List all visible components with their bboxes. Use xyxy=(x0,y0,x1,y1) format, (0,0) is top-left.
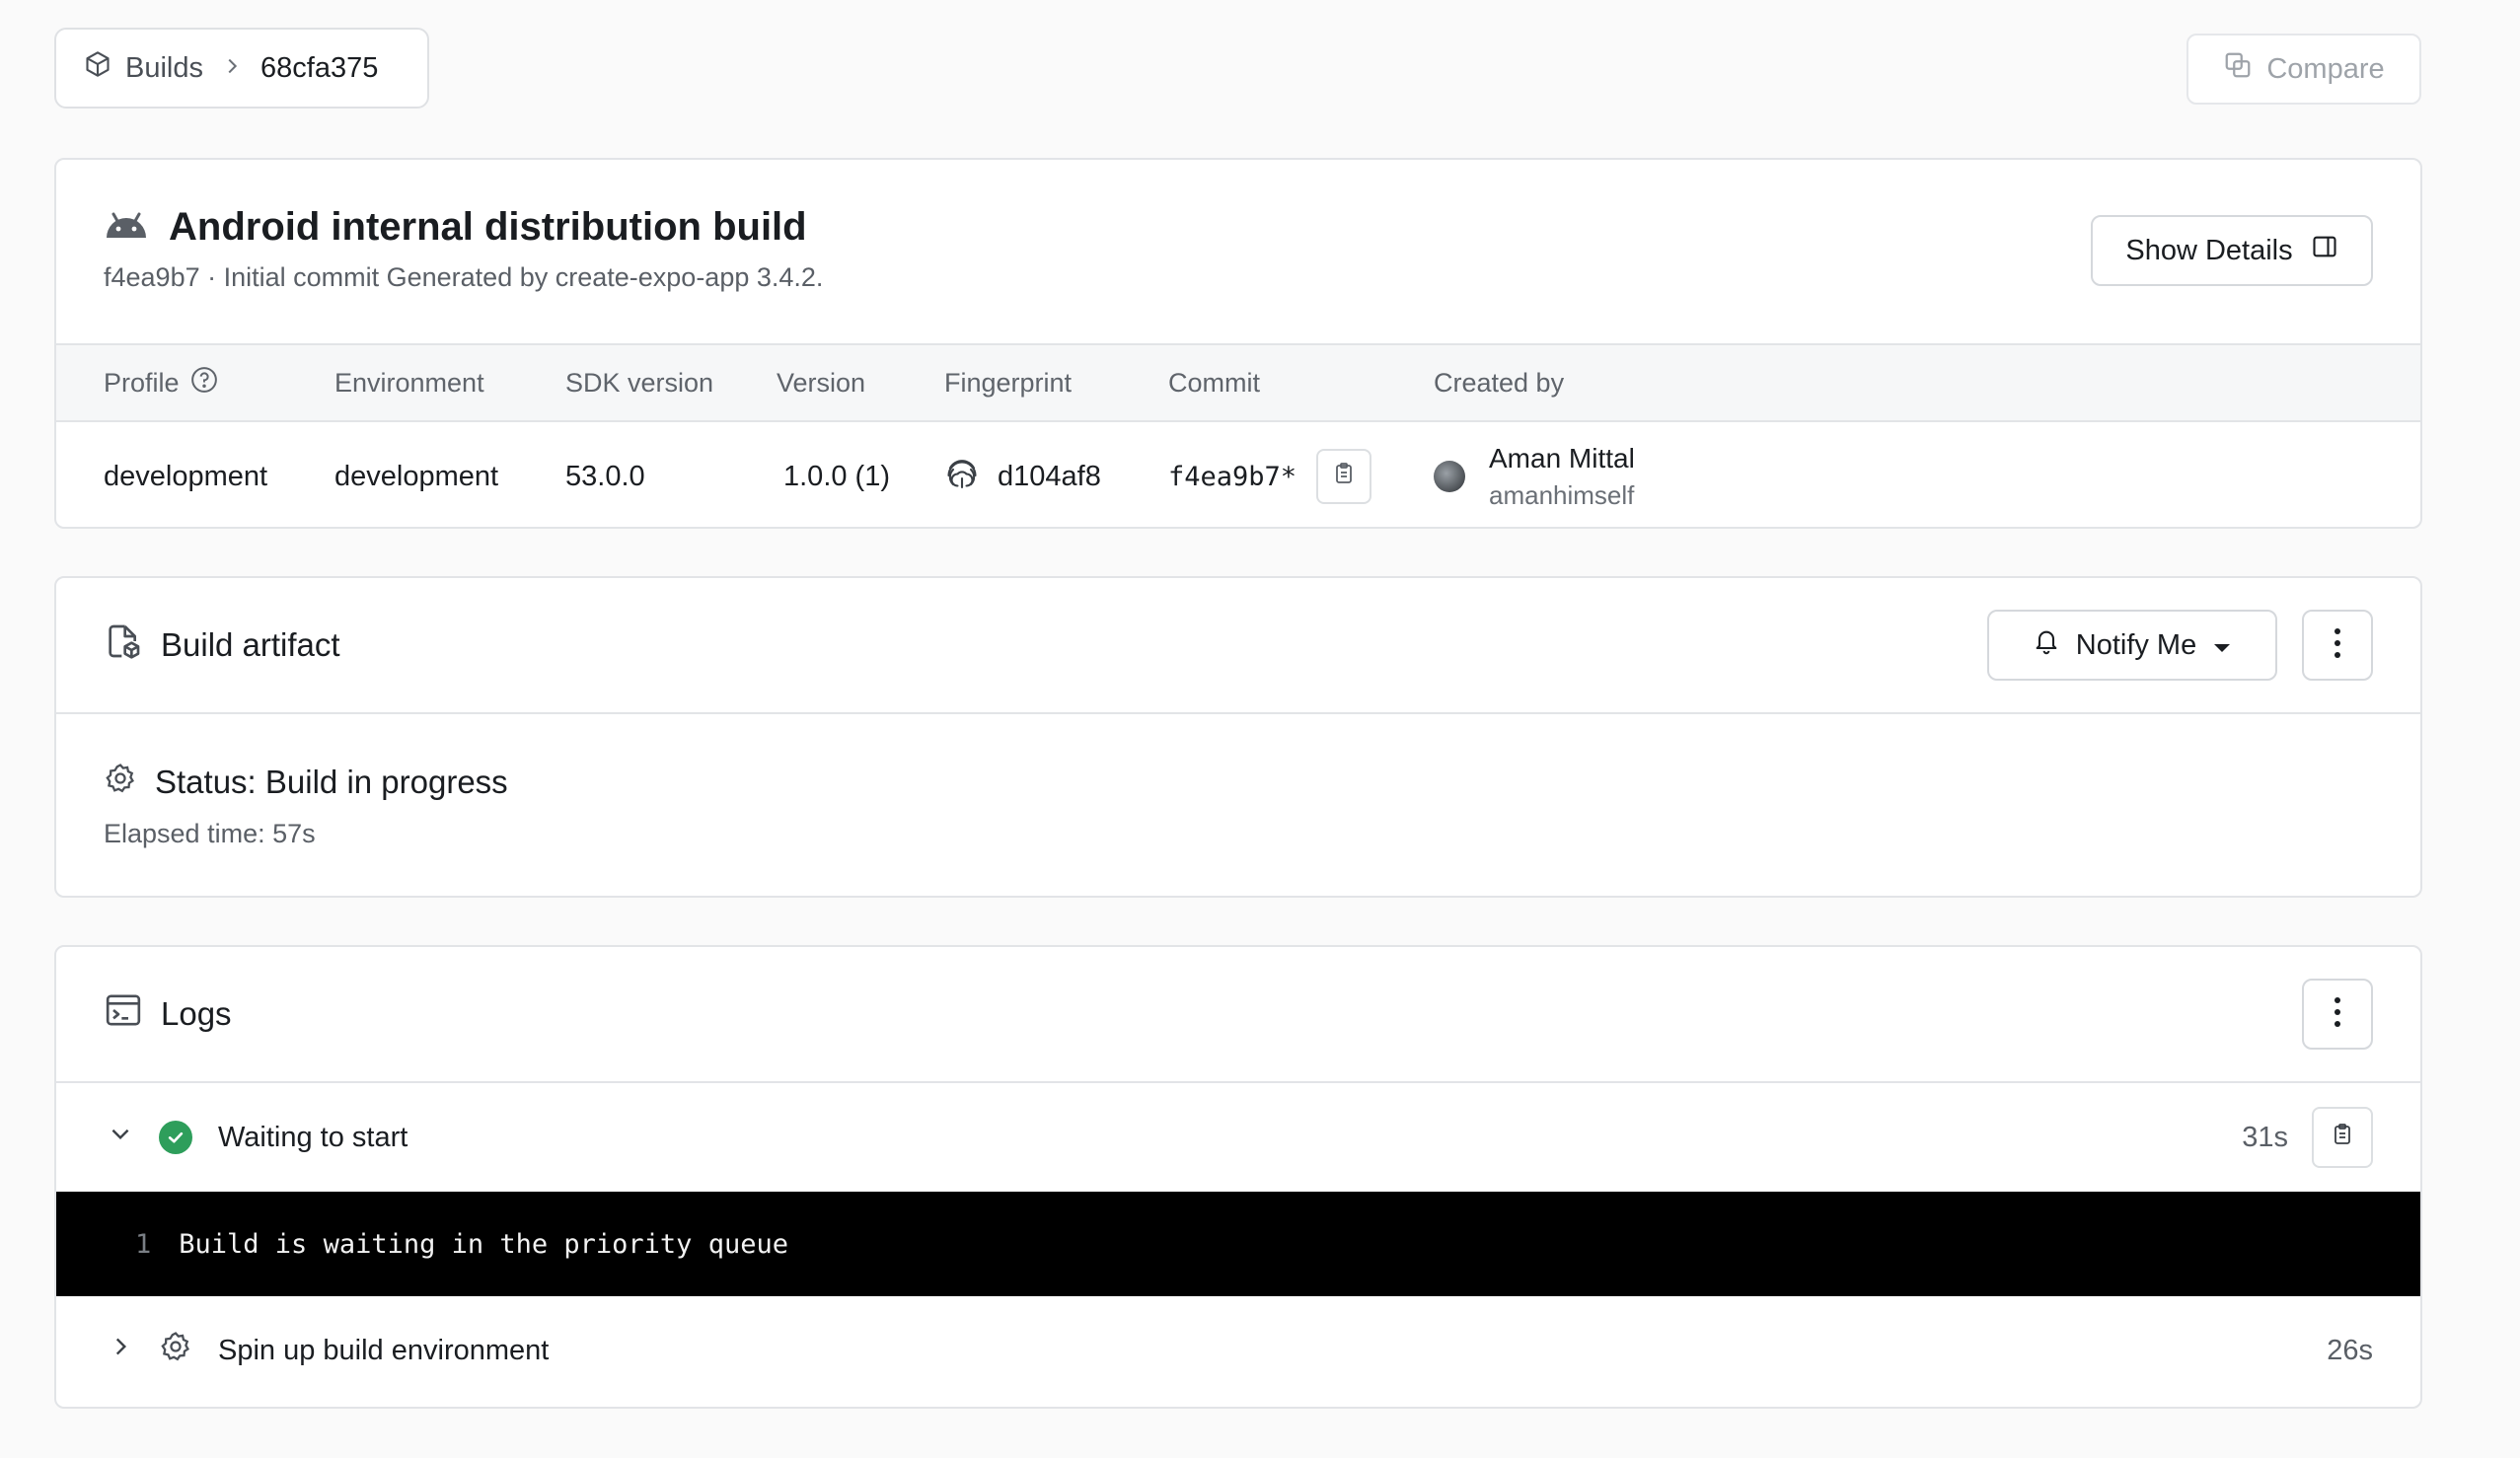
artifact-header: Build artifact Notify Me xyxy=(56,578,2420,714)
more-vertical-icon xyxy=(2334,627,2341,664)
log-step-label: Spin up build environment xyxy=(218,1334,550,1366)
sdk-version-value: 53.0.0 xyxy=(565,460,645,492)
creator[interactable]: Aman Mittal amanhimself xyxy=(1434,422,1635,527)
file-package-icon xyxy=(104,621,143,669)
cube-icon xyxy=(84,50,111,86)
avatar xyxy=(1434,461,1465,492)
breadcrumb-builds-label: Builds xyxy=(125,51,203,84)
logs-more-button[interactable] xyxy=(2302,979,2373,1050)
logs-title-text: Logs xyxy=(161,995,232,1032)
log-step-left: Spin up build environment xyxy=(108,1296,549,1405)
notify-me-button[interactable]: Notify Me xyxy=(1987,610,2277,681)
version-value: 1.0.0 (1) xyxy=(783,460,890,492)
log-step-spin-up[interactable]: Spin up build environment 26s xyxy=(56,1296,2420,1405)
elapsed-label: Elapsed time: xyxy=(104,819,265,848)
copy-commit-button[interactable] xyxy=(1316,449,1372,504)
fingerprint-label: d104af8 xyxy=(998,460,1101,492)
copy-log-button[interactable] xyxy=(2312,1107,2373,1168)
gear-icon xyxy=(159,1330,192,1371)
log-step-waiting[interactable]: Waiting to start 31s xyxy=(56,1083,2420,1192)
build-status: Status: Build in progress xyxy=(104,762,508,803)
column-commit: Commit xyxy=(1168,367,1260,398)
notify-me-label: Notify Me xyxy=(2075,628,2197,661)
android-icon xyxy=(104,205,149,250)
environment-value: development xyxy=(334,460,499,492)
column-environment: Environment xyxy=(334,367,484,398)
success-check-icon xyxy=(159,1121,192,1154)
log-step-duration: 31s xyxy=(2242,1121,2288,1153)
log-step-label: Waiting to start xyxy=(218,1121,408,1153)
chevron-down-icon[interactable] xyxy=(108,1121,133,1154)
help-icon[interactable] xyxy=(189,365,219,401)
more-vertical-icon xyxy=(2334,996,2341,1033)
column-version: Version xyxy=(777,367,866,398)
logs-card: Logs Waiting to start 31s 1 Build is wai… xyxy=(54,945,2422,1409)
build-summary-card: Android internal distribution build f4ea… xyxy=(54,158,2422,529)
profile-value: development xyxy=(104,460,268,492)
build-meta-row: development development 53.0.0 1.0.0 (1)… xyxy=(56,422,2420,527)
log-step-right: 26s xyxy=(2327,1296,2373,1405)
build-status-text: Status: Build in progress xyxy=(155,764,508,800)
clipboard-icon xyxy=(1332,461,1356,493)
artifact-more-button[interactable] xyxy=(2302,610,2373,681)
build-meta-header: Profile Environment SDK version Version … xyxy=(56,345,2420,422)
build-artifact-card: Build artifact Notify Me Status: Build i… xyxy=(54,576,2422,898)
elapsed-value: 57s xyxy=(272,819,316,848)
chevron-right-icon[interactable] xyxy=(108,1334,133,1367)
log-line-text: Build is waiting in the priority queue xyxy=(179,1228,788,1260)
build-title-text: Android internal distribution build xyxy=(169,205,807,249)
log-output: 1 Build is waiting in the priority queue xyxy=(56,1192,2420,1296)
commit-hash[interactable]: f4ea9b7* xyxy=(1168,462,1297,492)
column-profile: Profile xyxy=(104,345,219,420)
column-profile-label: Profile xyxy=(104,367,180,398)
logs-header: Logs xyxy=(56,947,2420,1083)
artifact-title: Build artifact xyxy=(104,578,340,712)
breadcrumb-builds-link[interactable]: Builds xyxy=(84,50,203,86)
build-page: Builds 68cfa375 Compare Android internal… xyxy=(0,0,2520,1458)
log-line-number: 1 xyxy=(135,1228,152,1260)
show-details-button[interactable]: Show Details xyxy=(2091,215,2373,286)
commit-value: f4ea9b7* xyxy=(1168,422,1372,527)
breadcrumb-current: 68cfa375 xyxy=(260,51,379,84)
caret-down-icon xyxy=(2212,629,2232,662)
column-fingerprint: Fingerprint xyxy=(944,367,1073,398)
terminal-icon xyxy=(104,990,143,1038)
creator-name: Aman Mittal xyxy=(1489,442,1635,474)
column-sdk-version: SDK version xyxy=(565,367,714,398)
creator-text: Aman Mittal amanhimself xyxy=(1489,443,1635,511)
build-subtitle: f4ea9b7 · Initial commit Generated by cr… xyxy=(104,262,824,292)
panel-icon xyxy=(2311,233,2338,268)
artifact-title-text: Build artifact xyxy=(161,626,340,663)
compare-icon xyxy=(2223,50,2253,88)
logs-title: Logs xyxy=(104,947,232,1081)
column-created-by: Created by xyxy=(1434,367,1565,398)
compare-button[interactable]: Compare xyxy=(2186,34,2421,105)
bell-icon xyxy=(2033,627,2060,663)
compare-label: Compare xyxy=(2266,52,2385,85)
creator-handle: amanhimself xyxy=(1489,479,1635,510)
show-details-label: Show Details xyxy=(2125,234,2293,266)
log-step-left: Waiting to start xyxy=(108,1083,408,1192)
breadcrumb: Builds 68cfa375 xyxy=(54,28,429,109)
fingerprint-icon xyxy=(944,455,980,498)
build-title: Android internal distribution build xyxy=(104,205,807,250)
gear-icon xyxy=(104,762,137,803)
log-step-duration: 26s xyxy=(2327,1334,2373,1366)
chevron-right-icon xyxy=(221,53,243,84)
clipboard-icon xyxy=(2331,1122,2354,1154)
log-step-right: 31s xyxy=(2242,1083,2373,1192)
fingerprint-value[interactable]: d104af8 xyxy=(944,422,1101,527)
build-header: Android internal distribution build f4ea… xyxy=(56,160,2420,345)
elapsed-time: Elapsed time: 57s xyxy=(104,819,316,849)
